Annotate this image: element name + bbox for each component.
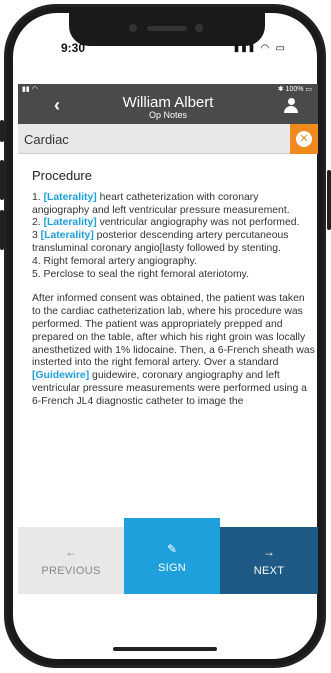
- procedure-note[interactable]: Procedure 1. [Laterality] heart catheter…: [32, 170, 316, 526]
- laterality-field[interactable]: [Laterality]: [41, 230, 94, 241]
- sensor-icon: [195, 24, 203, 32]
- app-status-bar: ▮▮ ◠ ✱ 100% ▭: [18, 84, 318, 94]
- procedure-item-1: 1. [Laterality] heart catheterization wi…: [32, 191, 290, 216]
- guidewire-field[interactable]: [Guidewire]: [32, 370, 89, 381]
- laterality-field[interactable]: [Laterality]: [44, 217, 97, 228]
- narrative-paragraph: After informed consent was obtained, the…: [32, 293, 315, 407]
- arrow-right-icon: →: [263, 545, 275, 559]
- power-button: [327, 170, 331, 230]
- device-status-bar: 9:30 ▮▮▮ ◠ ▭: [13, 41, 317, 61]
- home-indicator[interactable]: [113, 647, 217, 651]
- sign-label: SIGN: [157, 562, 187, 574]
- section-title: Procedure: [32, 170, 92, 183]
- page-subtitle: Op Notes: [148, 110, 188, 120]
- signal-wifi-icon: ▮▮ ◠: [22, 86, 38, 93]
- device-time: 9:30: [61, 41, 86, 55]
- laterality-field[interactable]: [Laterality]: [44, 192, 97, 203]
- procedure-item-2: 2. [Laterality] ventricular angiography …: [32, 217, 300, 229]
- category-label: Cardiac: [24, 132, 69, 147]
- bottom-action-bar: ← PREVIOUS ✎ SIGN → NEXT: [18, 518, 318, 594]
- app-header: ▮▮ ◠ ✱ 100% ▭ ‹ William Albert Op Notes: [18, 84, 318, 124]
- person-icon[interactable]: [284, 98, 298, 114]
- procedure-item-5: 5. Perclose to seal the right femoral at…: [32, 268, 249, 280]
- procedure-item-3: 3 [Laterality] posterior descending arte…: [32, 230, 289, 254]
- speaker-grille: [147, 26, 187, 31]
- category-bar: Cardiac ✕: [18, 124, 318, 154]
- previous-button[interactable]: ← PREVIOUS: [18, 527, 124, 594]
- battery-icon: ✱ 100% ▭: [277, 86, 312, 93]
- close-icon: ✕: [296, 131, 312, 147]
- previous-label: PREVIOUS: [41, 565, 101, 577]
- patient-name: William Albert: [122, 94, 214, 111]
- arrow-left-icon: ←: [65, 545, 77, 559]
- camera-icon: [129, 24, 137, 32]
- next-label: NEXT: [253, 565, 285, 577]
- pencil-icon: ✎: [166, 542, 178, 556]
- close-button[interactable]: ✕: [290, 124, 318, 154]
- sign-button[interactable]: ✎ SIGN: [124, 518, 220, 594]
- device-status-icons: ▮▮▮ ◠ ▭: [233, 43, 287, 54]
- next-button[interactable]: → NEXT: [220, 527, 318, 594]
- procedure-item-4: 4. Right femoral artery angiography.: [32, 255, 197, 267]
